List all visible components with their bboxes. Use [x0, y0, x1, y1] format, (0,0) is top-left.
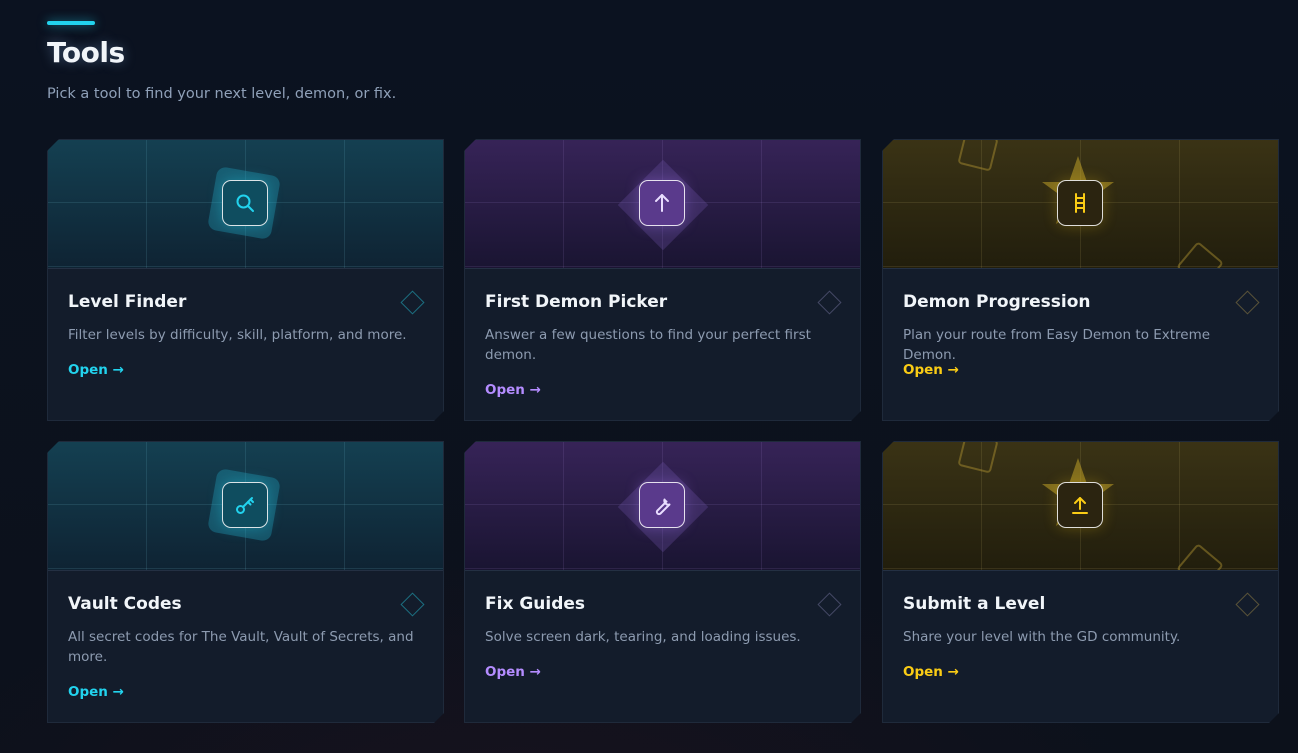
tool-card-demon-progression[interactable]: Demon Progression Plan your route from E… — [882, 139, 1279, 421]
title-accent-bar — [47, 21, 95, 25]
page-subtitle: Pick a tool to find your next level, dem… — [47, 86, 397, 102]
card-description: Answer a few questions to find your perf… — [485, 327, 811, 363]
card-description: Filter levels by difficulty, skill, plat… — [68, 327, 407, 343]
card-banner — [465, 140, 860, 269]
search-icon — [222, 180, 268, 226]
card-title: Vault Codes — [68, 594, 182, 614]
tool-card-submit-a-level[interactable]: Submit a Level Share your level with the… — [882, 441, 1279, 723]
diamond-icon — [400, 592, 424, 616]
tools-page: Tools Pick a tool to find your next leve… — [0, 0, 1298, 753]
upload-icon — [1057, 482, 1103, 528]
diamond-icon — [400, 290, 424, 314]
card-banner — [883, 442, 1278, 571]
card-banner — [883, 140, 1278, 269]
wrench-icon — [639, 482, 685, 528]
card-title: First Demon Picker — [485, 292, 668, 312]
diamond-icon — [817, 290, 841, 314]
card-title: Level Finder — [68, 292, 187, 312]
card-description: Solve screen dark, tearing, and loading … — [485, 629, 801, 645]
page-title: Tools — [47, 36, 125, 69]
ladder-icon — [1057, 180, 1103, 226]
open-link[interactable]: Open → — [68, 362, 124, 378]
tool-card-first-demon-picker[interactable]: First Demon Picker Answer a few question… — [464, 139, 861, 421]
card-title: Fix Guides — [485, 594, 586, 614]
key-icon — [222, 482, 268, 528]
diamond-icon — [1235, 592, 1259, 616]
card-banner — [465, 442, 860, 571]
open-link[interactable]: Open → — [903, 362, 959, 378]
open-link[interactable]: Open → — [485, 664, 541, 680]
tool-card-fix-guides[interactable]: Fix Guides Solve screen dark, tearing, a… — [464, 441, 861, 723]
open-link[interactable]: Open → — [903, 664, 959, 680]
tool-card-vault-codes[interactable]: Vault Codes All secret codes for The Vau… — [47, 441, 444, 723]
card-description: Share your level with the GD community. — [903, 629, 1181, 645]
card-title: Demon Progression — [903, 292, 1091, 312]
diamond-icon — [817, 592, 841, 616]
card-banner — [48, 442, 443, 571]
card-description: Plan your route from Easy Demon to Extre… — [903, 327, 1211, 363]
arrow-up-icon — [639, 180, 685, 226]
card-title: Submit a Level — [903, 594, 1046, 614]
open-link[interactable]: Open → — [68, 684, 124, 700]
card-description: All secret codes for The Vault, Vault of… — [68, 629, 414, 665]
card-banner — [48, 140, 443, 269]
open-link[interactable]: Open → — [485, 382, 541, 398]
diamond-icon — [1235, 290, 1259, 314]
tool-card-level-finder[interactable]: Level Finder Filter levels by difficulty… — [47, 139, 444, 421]
